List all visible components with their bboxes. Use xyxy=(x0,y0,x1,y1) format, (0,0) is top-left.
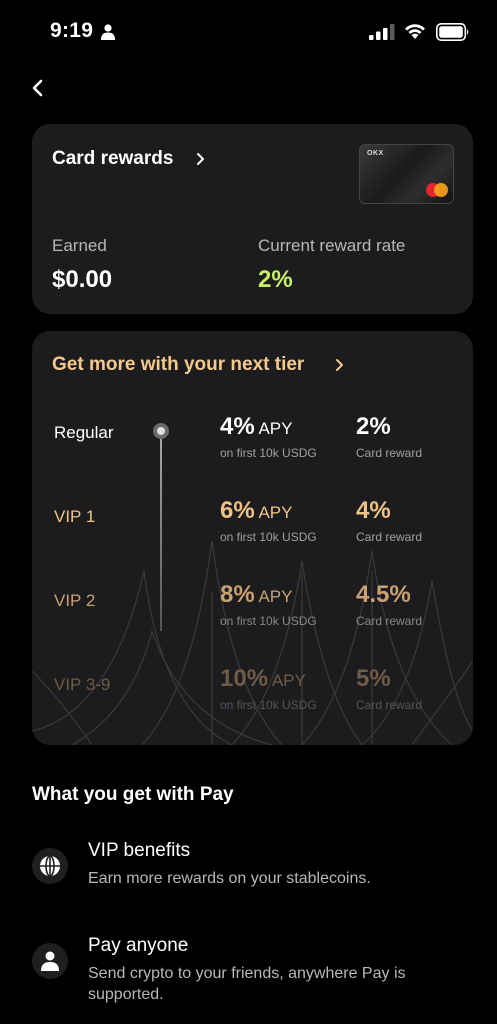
signal-icon xyxy=(369,24,395,40)
tier-row-regular: Regular 4% APY on first 10k USDG 2% Card… xyxy=(32,413,473,473)
globe-icon xyxy=(32,848,68,884)
tier-card-reward-label: Card reward xyxy=(356,614,423,628)
tier-name: VIP 3-9 xyxy=(54,675,111,694)
benefits-heading: What you get with Pay xyxy=(32,784,234,805)
reward-rate-value: 2% xyxy=(258,266,293,293)
tier-apy-note: on first 10k USDG xyxy=(220,614,317,628)
status-bar: 9:19 xyxy=(0,0,497,62)
back-button[interactable] xyxy=(26,76,50,100)
payment-card-image: OKX xyxy=(359,144,454,204)
card-rewards-title[interactable]: Card rewards xyxy=(52,148,173,170)
tier-card-reward-label: Card reward xyxy=(356,698,423,712)
chevron-right-icon[interactable] xyxy=(333,357,347,373)
benefit-description: Send crypto to your friends, anywhere Pa… xyxy=(88,965,406,1003)
tier-row-vip2: VIP 2 8% APY on first 10k USDG 4.5% Card… xyxy=(32,581,473,641)
tier-apy-note: on first 10k USDG xyxy=(220,530,317,544)
tier-card-reward: 5% xyxy=(356,665,391,692)
tier-card-reward: 4.5% xyxy=(356,581,411,608)
tier-name: Regular xyxy=(54,423,114,442)
earned-label: Earned xyxy=(52,236,107,255)
benefit-title: Pay anyone xyxy=(88,935,189,956)
next-tier-panel[interactable]: Get more with your next tier Regular 4% … xyxy=(32,331,473,745)
tier-card-reward: 2% xyxy=(356,413,391,440)
person-icon xyxy=(32,943,68,979)
benefit-description: Earn more rewards on your stablecoins. xyxy=(88,870,371,887)
battery-icon xyxy=(436,23,469,41)
tier-card-reward-label: Card reward xyxy=(356,530,423,544)
tier-apy: 6% APY xyxy=(220,497,293,524)
tier-apy: 10% APY xyxy=(220,665,306,692)
chevron-right-icon[interactable] xyxy=(194,151,208,167)
benefit-title: VIP benefits xyxy=(88,840,191,861)
reward-rate-label: Current reward rate xyxy=(258,236,406,255)
tier-name: VIP 2 xyxy=(54,591,96,610)
earned-value: $0.00 xyxy=(52,266,113,293)
tier-apy: 4% APY xyxy=(220,413,293,440)
card-rewards-panel[interactable]: Card rewards OKX Earned $0.00 Current re… xyxy=(32,124,473,314)
card-brand-logo: OKX xyxy=(367,150,384,157)
tier-name: VIP 1 xyxy=(54,507,96,526)
tier-apy: 8% APY xyxy=(220,581,293,608)
tier-apy-note: on first 10k USDG xyxy=(220,698,317,712)
mastercard-logo-yellow xyxy=(434,183,448,197)
tier-card-reward: 4% xyxy=(356,497,391,524)
next-tier-title[interactable]: Get more with your next tier xyxy=(52,354,304,376)
wifi-icon xyxy=(405,24,425,39)
tier-card-reward-label: Card reward xyxy=(356,446,423,460)
tier-row-vip3-9: VIP 3-9 10% APY on first 10k USDG 5% Car… xyxy=(32,665,473,725)
tier-apy-note: on first 10k USDG xyxy=(220,446,317,460)
status-time: 9:19 xyxy=(50,19,94,42)
person-status-icon xyxy=(101,24,115,40)
tier-row-vip1: VIP 1 6% APY on first 10k USDG 4% Card r… xyxy=(32,497,473,557)
